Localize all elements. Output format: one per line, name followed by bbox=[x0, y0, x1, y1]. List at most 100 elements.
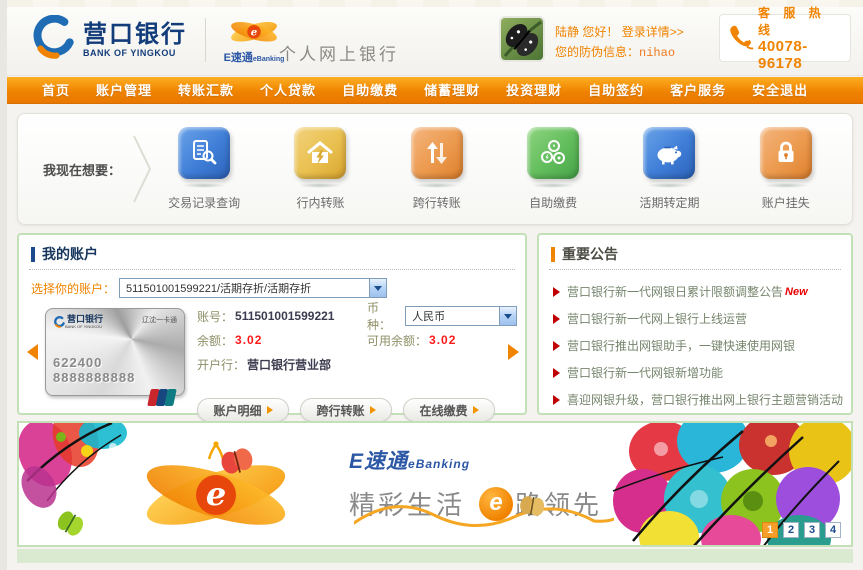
quick-actions-label: 我现在想要： bbox=[18, 160, 146, 179]
quick-action-transaction-query[interactable]: 交易记录查询 bbox=[148, 127, 260, 211]
greeting-block: 陆静 您好！ 登录详情>> 您的防伪信息：nihao bbox=[499, 16, 684, 63]
footer-strip bbox=[17, 549, 853, 563]
butterfly-small-red-icon bbox=[219, 447, 255, 479]
hotline-number: 40078-96178 bbox=[758, 38, 844, 72]
avatar[interactable] bbox=[499, 16, 545, 62]
card-bank-name-en: BANK OF YINGKOU bbox=[65, 324, 103, 329]
bank-card-image[interactable]: 营口银行 BANK OF YINGKOU 辽沈一卡通 622400 888888… bbox=[45, 308, 185, 396]
announcement-link[interactable]: 喜迎网银升级，营口银行推出网上银行主题营销活动 bbox=[553, 386, 839, 413]
nav-item-transfer[interactable]: 转账汇款 bbox=[165, 77, 247, 104]
nav-item-self-sign[interactable]: 自助签约 bbox=[575, 77, 657, 104]
announcement-link[interactable]: 营口银行推出网银助手，一键快速使用网银 bbox=[553, 332, 839, 359]
my-account-title: 我的账户 bbox=[42, 244, 98, 264]
select-account-label: 选择你的账户： bbox=[31, 280, 115, 297]
bullet-icon bbox=[553, 395, 560, 405]
security-value: nihao bbox=[639, 46, 675, 60]
header-decor-strip bbox=[7, 0, 863, 7]
logo-divider bbox=[205, 18, 206, 62]
dropdown-arrow-icon[interactable] bbox=[499, 307, 516, 325]
title-bar-decor bbox=[31, 247, 35, 262]
chevron-divider-icon bbox=[132, 134, 154, 207]
banner-brand-sub: eBanking bbox=[408, 457, 470, 471]
pagination-button-1[interactable]: 1 bbox=[762, 522, 778, 538]
svg-text:e: e bbox=[206, 475, 226, 513]
bank-swoosh-icon bbox=[29, 15, 75, 64]
lock-icon bbox=[760, 127, 812, 179]
esutong-logo: e E速通eBanking bbox=[222, 14, 286, 65]
nav-item-home[interactable]: 首页 bbox=[29, 77, 83, 104]
balance-label: 余额： bbox=[197, 332, 233, 349]
esutong-banner-logo-icon: e bbox=[121, 437, 311, 540]
account-number-value: 511501001599221 bbox=[235, 309, 334, 323]
branch-label: 开户行： bbox=[197, 356, 245, 373]
security-label: 您的防伪信息： bbox=[555, 45, 639, 59]
available-balance-value: 3.02 bbox=[429, 333, 456, 347]
announcement-link[interactable]: 营口银行新一代网银新增功能 bbox=[553, 359, 839, 386]
svg-text:e: e bbox=[251, 26, 258, 38]
nav-item-investment[interactable]: 投资理财 bbox=[493, 77, 575, 104]
esutong-name: E速通 bbox=[224, 52, 253, 64]
bank-logo: 营口银行 BANK OF YINGKOU bbox=[29, 14, 286, 65]
bullet-icon bbox=[553, 314, 560, 324]
currency-select[interactable]: 人民币 bbox=[405, 306, 517, 326]
new-badge: New bbox=[785, 286, 808, 298]
interbank-transfer-button[interactable]: 跨行转账 bbox=[300, 398, 392, 422]
wave-decor-icon bbox=[354, 501, 614, 536]
greeting-text: 陆静 您好！ bbox=[555, 25, 618, 39]
nav-item-savings[interactable]: 储蓄理财 bbox=[411, 77, 493, 104]
quick-action-intrabank-transfer[interactable]: 行内转账 bbox=[264, 127, 376, 211]
arrow-right-icon bbox=[267, 406, 273, 414]
card-bank-swoosh-icon bbox=[53, 315, 65, 333]
arrow-right-icon bbox=[473, 406, 479, 414]
dropdown-arrow-icon[interactable] bbox=[369, 279, 386, 297]
esutong-butterfly-icon: e bbox=[222, 35, 286, 52]
available-balance-label: 可用余额： bbox=[367, 332, 427, 349]
card-bank-name: 营口银行 bbox=[67, 315, 103, 324]
piggy-bank-icon bbox=[643, 127, 695, 179]
nav-item-customer-service[interactable]: 客户服务 bbox=[657, 77, 739, 104]
transaction-query-icon bbox=[178, 127, 230, 179]
nav-item-logout[interactable]: 安全退出 bbox=[739, 77, 821, 104]
interbank-transfer-icon bbox=[411, 127, 463, 179]
branch-value: 营口银行营业部 bbox=[247, 356, 331, 373]
pagination-button-3[interactable]: 3 bbox=[804, 522, 820, 538]
title-bar-decor bbox=[551, 247, 555, 262]
card-type: 辽沈一卡通 bbox=[142, 315, 177, 325]
hotline-label: 客 服 热 线 bbox=[758, 4, 844, 38]
pagination-button-4[interactable]: 4 bbox=[825, 522, 841, 538]
nav-item-account-mgmt[interactable]: 账户管理 bbox=[83, 77, 165, 104]
announcements-title: 重要公告 bbox=[562, 244, 618, 264]
account-number-label: 账号： bbox=[197, 308, 233, 325]
arrow-right-icon bbox=[370, 406, 376, 414]
quick-action-account-loss[interactable]: 账户挂失 bbox=[730, 127, 842, 211]
card-carousel-prev[interactable] bbox=[27, 344, 38, 360]
nav-item-personal-loan[interactable]: 个人贷款 bbox=[247, 77, 329, 104]
main-nav: 首页 账户管理 转账汇款 个人贷款 自助缴费 储蓄理财 投资理财 自助签约 客户… bbox=[7, 77, 863, 104]
bank-name: 营口银行 bbox=[83, 22, 187, 48]
announcement-link[interactable]: 营口银行新一代网上银行上线运营 bbox=[553, 305, 839, 332]
login-detail-link[interactable]: 登录详情>> bbox=[622, 25, 684, 39]
bullet-icon bbox=[553, 341, 560, 351]
banner-brand-name: E速通 bbox=[349, 450, 408, 473]
self-payment-icon bbox=[527, 127, 579, 179]
bank-name-en: BANK OF YINGKOU bbox=[83, 48, 187, 58]
quick-action-current-to-fixed[interactable]: 活期转定期 bbox=[613, 127, 725, 211]
portal-title: 个人网上银行 bbox=[279, 40, 399, 65]
account-detail-button[interactable]: 账户明细 bbox=[197, 398, 289, 422]
nav-item-self-payment[interactable]: 自助缴费 bbox=[329, 77, 411, 104]
online-payment-button[interactable]: 在线缴费 bbox=[403, 398, 495, 422]
quick-actions-panel: 我现在想要： 交易记录查询 bbox=[17, 113, 853, 225]
intrabank-transfer-icon bbox=[294, 127, 346, 179]
pagination-button-2[interactable]: 2 bbox=[783, 522, 799, 538]
announcement-link[interactable]: 营口银行新一代网银日累计限额调整公告 New bbox=[553, 278, 839, 305]
promo-banner[interactable]: e E速通eBanking 精彩生活 e 路领先 bbox=[17, 421, 853, 547]
unionpay-logo bbox=[147, 388, 177, 412]
header: 营口银行 BANK OF YINGKOU bbox=[7, 0, 863, 76]
announcements-panel: 重要公告 营口银行新一代网银日累计限额调整公告 New 营口银行新一代网上银行上… bbox=[537, 233, 853, 415]
hotline-box: 客 服 热 线 40078-96178 bbox=[719, 14, 851, 62]
page-root: 营口银行 BANK OF YINGKOU bbox=[7, 0, 863, 570]
account-select[interactable]: 511501001599221/活期存折/活期存折 bbox=[119, 278, 387, 298]
butterfly-small-gold-icon bbox=[517, 493, 547, 521]
quick-action-self-payment[interactable]: 自助缴费 bbox=[497, 127, 609, 211]
quick-action-interbank-transfer[interactable]: 跨行转账 bbox=[381, 127, 493, 211]
